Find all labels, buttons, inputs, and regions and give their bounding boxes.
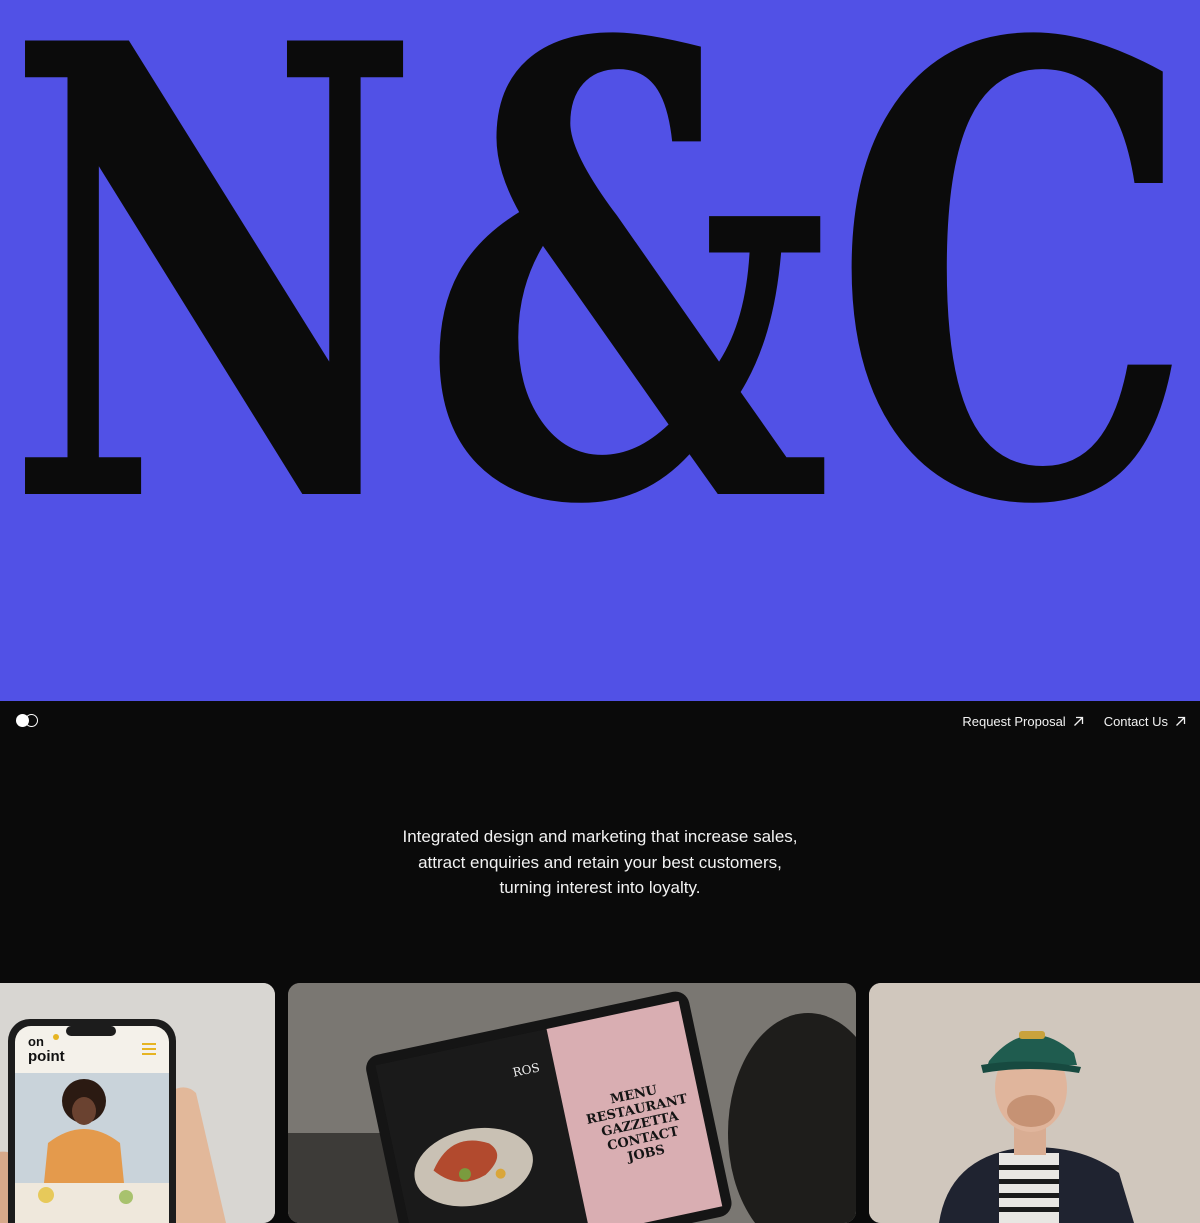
tagline-line: turning interest into loyalty. <box>499 878 701 897</box>
project-card-portrait[interactable] <box>869 983 1200 1223</box>
tagline-line: Integrated design and marketing that inc… <box>402 827 798 846</box>
tagline-line: attract enquiries and retain your best c… <box>418 852 782 872</box>
request-proposal-link[interactable]: Request Proposal <box>962 714 1083 729</box>
project-card-onpoint[interactable]: on point <box>0 983 275 1223</box>
brand-logo-text: N&C <box>5 0 1195 641</box>
onpoint-logo-top: on <box>28 1034 44 1049</box>
project-image-onpoint: on point <box>0 983 275 1223</box>
intro-tagline: Integrated design and marketing that inc… <box>0 824 1200 901</box>
project-image-portrait <box>869 983 1200 1223</box>
contact-us-label: Contact Us <box>1103 714 1168 729</box>
theme-toggle-icon[interactable] <box>16 714 40 728</box>
request-proposal-label: Request Proposal <box>962 714 1066 729</box>
brand-logo: N&C <box>5 0 1195 641</box>
contact-us-link[interactable]: Contact Us <box>1104 714 1186 729</box>
project-image-rossi: ROS <box>288 983 856 1223</box>
arrow-up-right-icon <box>1073 716 1083 726</box>
hero-banner: N&C <box>0 0 1200 701</box>
project-card-rossi[interactable]: ROS MENU RESTAURANT GAZZETTA CONTACT JOB… <box>288 983 856 1223</box>
arrow-up-right-icon <box>1176 716 1186 726</box>
nav-links: Request Proposal Contact Us <box>962 714 1186 729</box>
top-navbar: Request Proposal Contact Us <box>0 701 1200 745</box>
onpoint-logo-bottom: point <box>28 1048 65 1065</box>
